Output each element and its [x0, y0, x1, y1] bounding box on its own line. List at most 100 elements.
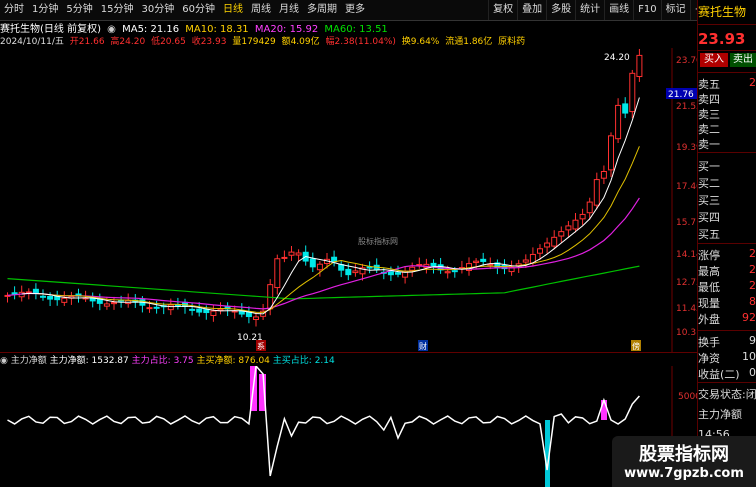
price-axis-label: 23.70 — [676, 56, 697, 66]
candle — [444, 271, 451, 274]
price-axis-label: 15.71 — [676, 218, 697, 228]
toolbar-action-3[interactable]: 统计 — [575, 0, 604, 20]
close-value: 收23.93 — [191, 37, 227, 47]
change-value: 幅2.38(11.04%) — [325, 37, 396, 47]
toolbar-action-2[interactable]: 多股 — [546, 0, 575, 20]
candle — [111, 302, 117, 305]
candle — [196, 308, 203, 313]
toolbar-action-4[interactable]: 画线 — [604, 0, 633, 20]
indicator-axis-5000: 5000 — [678, 392, 697, 402]
divider — [698, 24, 756, 25]
bid-row-label: 买二 — [698, 177, 720, 190]
ask-row-0: 卖五 2 — [698, 76, 756, 92]
ask-row-1: 卖四 — [698, 91, 756, 107]
divider — [698, 152, 756, 153]
period-tab-10[interactable]: 更多 — [341, 0, 369, 20]
ma20-line — [7, 197, 640, 310]
buy-ratio-value: 2.14 — [314, 356, 335, 366]
indicator-label: 主力净额: — [49, 356, 89, 366]
price-axis-label: 21.55 — [676, 102, 697, 112]
period-tab-9[interactable]: 多周期 — [303, 0, 341, 20]
date-label: 2024/10/11/五 — [0, 37, 64, 47]
toolbar-action-0[interactable]: 复权 — [488, 0, 517, 20]
candle — [537, 248, 543, 254]
indicator-value: 1532.87 — [91, 356, 129, 366]
ratio-label: 主力占比: — [131, 356, 171, 366]
stat2-row-1: 净资 10 — [698, 350, 756, 366]
period-tab-1[interactable]: 1分钟 — [28, 0, 62, 20]
candle — [395, 272, 401, 275]
price-axis-label: 10.31 — [676, 328, 697, 338]
price-axis-label: 11.45 — [676, 304, 697, 314]
flow-label[interactable]: 主力净额 — [698, 406, 756, 422]
toolbar-action-1[interactable]: 叠加 — [517, 0, 546, 20]
bid-row-2: 买三 — [698, 192, 756, 208]
candle — [338, 264, 345, 271]
buy-label: 主买净额: — [196, 356, 236, 366]
candle — [579, 213, 586, 220]
candle — [11, 292, 18, 295]
period-tab-2[interactable]: 5分钟 — [62, 0, 96, 20]
ask-row-label: 卖五 — [698, 78, 720, 91]
flow-bar — [601, 400, 607, 420]
candle — [352, 270, 359, 274]
candle — [551, 236, 558, 247]
candle — [480, 258, 487, 262]
stat-row-value: 8 — [749, 295, 756, 308]
toolbar-action-6[interactable]: 标记 — [660, 0, 690, 20]
candle — [586, 201, 593, 214]
divider — [698, 50, 756, 51]
period-tab-0[interactable]: 分时 — [0, 0, 28, 20]
stat2-row-0: 换手 9 — [698, 334, 756, 350]
candle — [281, 256, 288, 259]
indicator-chart[interactable]: 5000 — [0, 366, 697, 487]
candle — [622, 103, 629, 114]
ask-row-label: 卖一 — [698, 138, 720, 151]
indicator-icon[interactable]: ◉ — [0, 356, 8, 366]
candle — [430, 262, 437, 268]
stat-row-label: 最高 — [698, 265, 720, 278]
candle — [25, 291, 32, 294]
stat2-row-value: 9 — [749, 334, 756, 347]
bid-row-4: 买五 — [698, 226, 756, 242]
volume-value: 量179429 — [232, 37, 276, 47]
period-tabs: 分时 1分钟 5分钟 15分钟 30分钟 60分钟 日线 周线 月线 多周期 更多 — [0, 0, 369, 20]
bid-row-0: 买一 — [698, 158, 756, 174]
candle — [103, 303, 110, 307]
trade-state: 交易状态:闭 — [698, 388, 756, 401]
period-tab-4[interactable]: 30分钟 — [137, 0, 178, 20]
stat-row-value: 2 — [749, 263, 756, 276]
toolbar-action-5[interactable]: F10 — [633, 0, 660, 20]
period-tab-7[interactable]: 周线 — [247, 0, 275, 20]
candle — [636, 54, 643, 78]
candle — [189, 308, 196, 311]
stat2-row-2: 收益(二) 0 — [698, 366, 756, 382]
buy-value: 876.04 — [238, 356, 270, 366]
candle — [146, 307, 153, 310]
ask-row-label: 卖二 — [698, 123, 720, 136]
turnover-value: 换9.64% — [401, 37, 440, 47]
stat-row-label: 现量 — [698, 297, 720, 310]
period-tab-5[interactable]: 60分钟 — [178, 0, 219, 20]
candle — [522, 259, 529, 263]
candle — [409, 266, 416, 271]
price-axis-label: 12.73 — [676, 278, 697, 288]
period-tab-3[interactable]: 15分钟 — [97, 0, 138, 20]
buy-button[interactable]: 买入 — [700, 53, 728, 67]
sell-button[interactable]: 卖出 — [730, 53, 756, 67]
price-axis-label: 19.39 — [676, 143, 697, 153]
bid-row-label: 买五 — [698, 228, 720, 241]
candle — [295, 252, 302, 256]
stat-row-label: 最低 — [698, 281, 720, 294]
period-tab-8[interactable]: 月线 — [275, 0, 303, 20]
bid-row-label: 买三 — [698, 194, 720, 207]
candle — [153, 306, 160, 309]
period-tab-6[interactable]: 日线 — [219, 0, 247, 20]
candle — [316, 263, 323, 271]
candle — [40, 295, 46, 298]
candlestick-chart[interactable]: 24.20 10.21 股标指标网 23.7021.5519.3917.4615… — [0, 48, 697, 353]
candle — [387, 271, 394, 276]
candle — [288, 251, 295, 256]
candle — [253, 316, 259, 321]
quote-panel: 赛托生物 23.93 买入 卖出 卖五 2 卖四 卖三 卖二 卖一 买一 买二 买三 买四 买五 … — [697, 0, 756, 487]
